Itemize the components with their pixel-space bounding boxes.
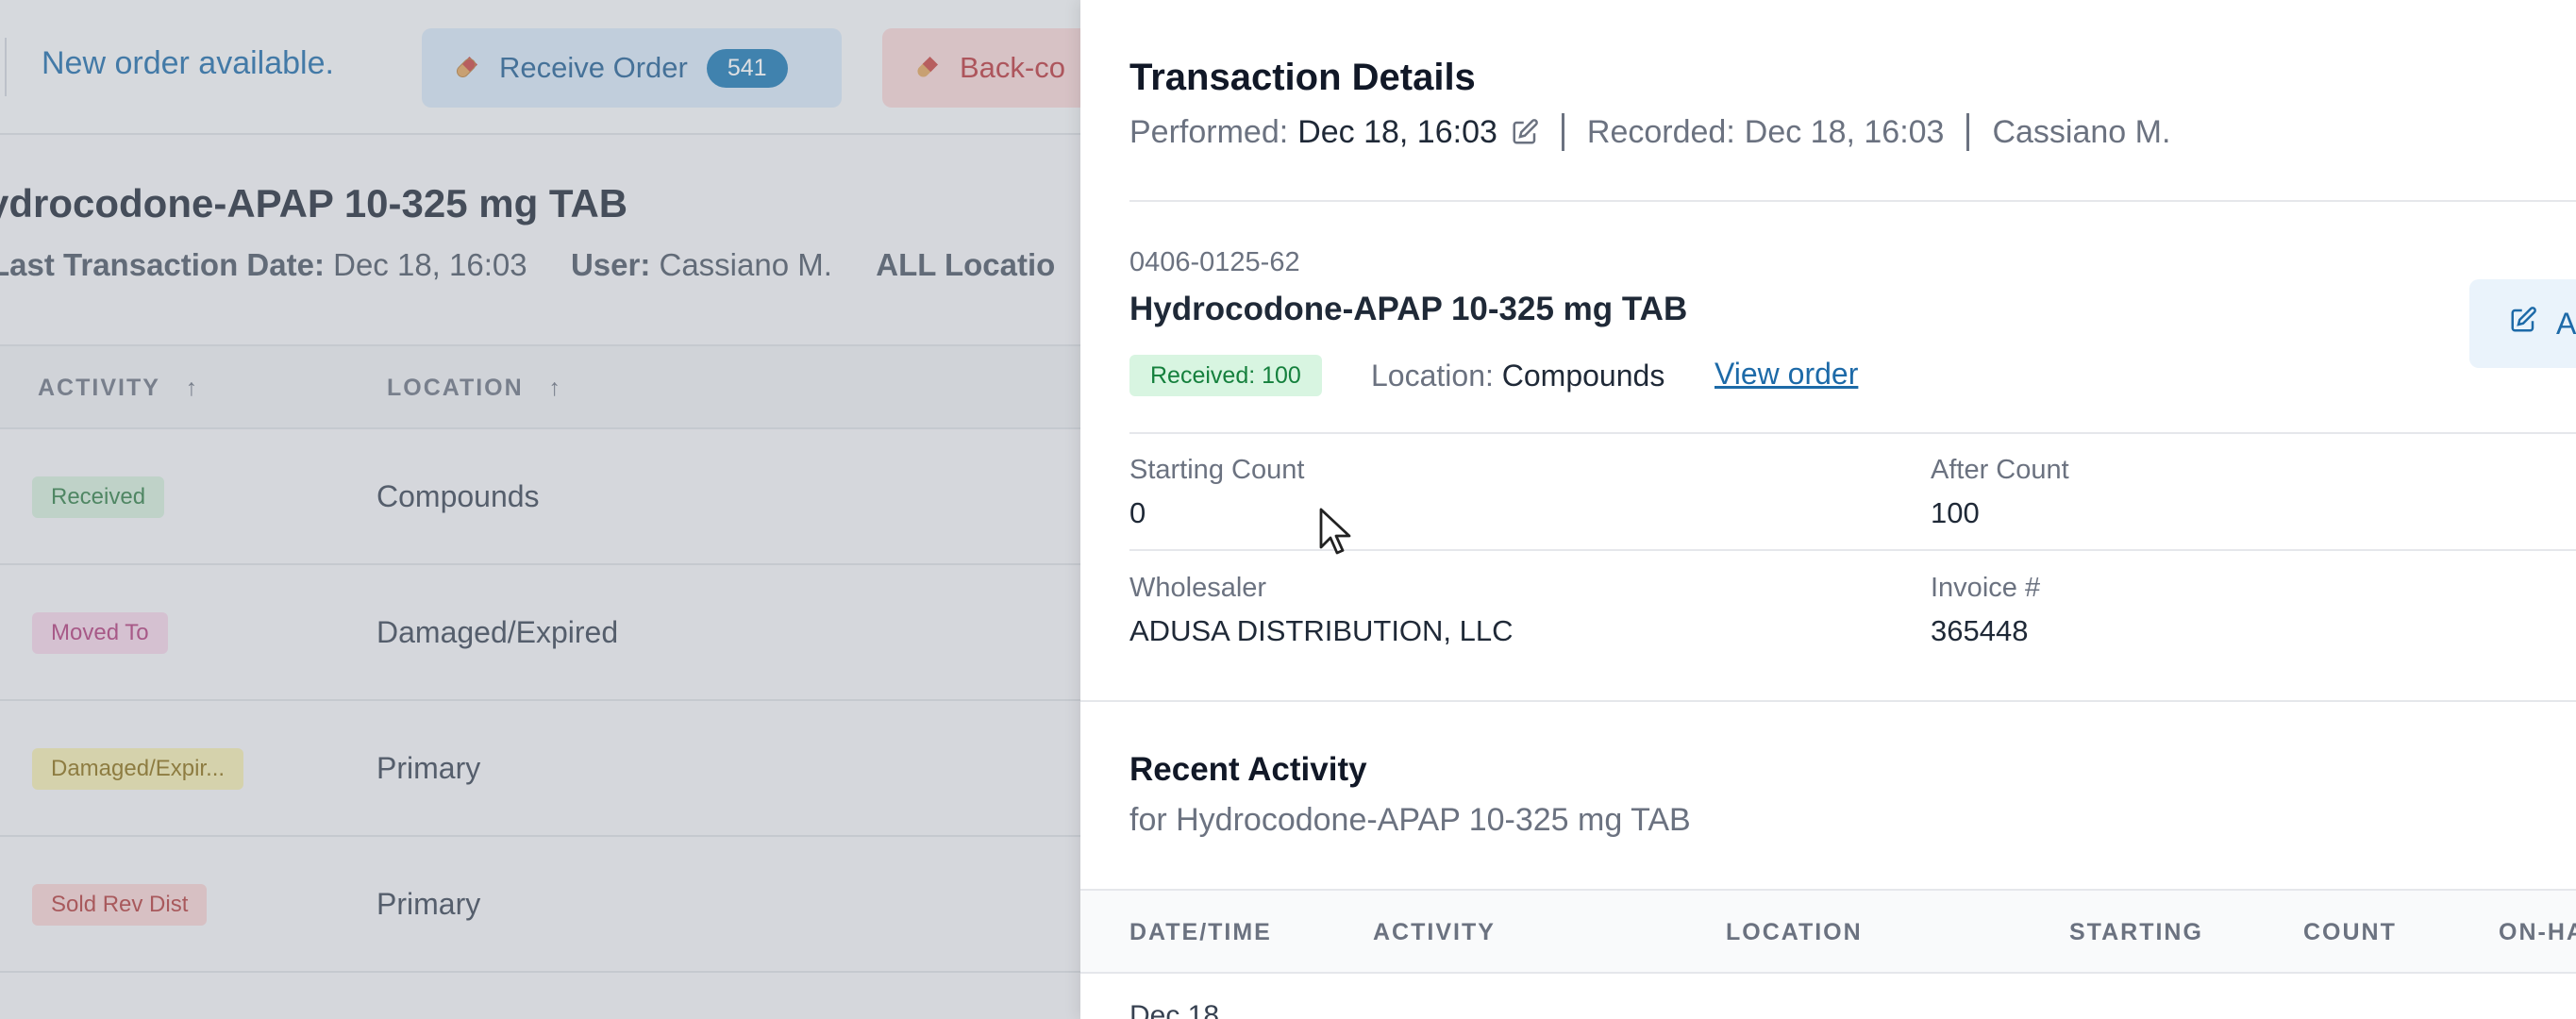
divider <box>5 38 7 96</box>
recorded-value: Dec 18, 16:03 <box>1744 113 1945 150</box>
location-label: Location: <box>1371 359 1494 393</box>
location-line: Location: Compounds <box>1371 359 1664 393</box>
table-row[interactable]: Received Compounds <box>0 429 1080 565</box>
drug-name: Hydrocodone-APAP 10-325 mg TAB <box>1129 291 1688 327</box>
divider <box>1561 113 1564 151</box>
notification-bar: New order available. Receive Order 541 B… <box>0 0 1080 135</box>
divider <box>1129 200 2576 202</box>
invoice-value: 365448 <box>1931 614 2029 647</box>
activity-badge: Damaged/Expir... <box>32 748 244 790</box>
receive-order-button[interactable]: Receive Order 541 <box>422 28 842 108</box>
table-row[interactable]: Moved To Damaged/Expired <box>0 565 1080 701</box>
wholesaler-label: Wholesaler <box>1129 573 1267 603</box>
edit-icon <box>2509 306 2537 342</box>
pill-icon <box>912 54 941 82</box>
side-button-label: A <box>2556 306 2576 341</box>
backorder-button[interactable]: Back-co <box>882 28 1080 108</box>
sort-arrow-icon: ↑ <box>185 375 200 401</box>
column-header-activity[interactable]: ACTIVITY <box>1373 919 1496 946</box>
edit-adjust-button[interactable]: A <box>2469 279 2576 368</box>
recent-activity-subtitle: for Hydrocodone-APAP 10-325 mg TAB <box>1129 802 1691 838</box>
recent-activity-table-header: DATE/TIME ACTIVITY LOCATION STARTING COU… <box>1080 889 2576 974</box>
user-name: Cassiano M. <box>1992 113 2171 150</box>
divider <box>1966 113 1970 151</box>
starting-count-value: 0 <box>1129 496 1146 529</box>
view-order-link[interactable]: View order <box>1715 357 1858 392</box>
table-row[interactable]: Damaged/Expir... Primary <box>0 701 1080 837</box>
invoice-label: Invoice # <box>1931 573 2041 603</box>
performed-value: Dec 18, 16:03 <box>1297 113 1497 150</box>
recent-activity-title: Recent Activity <box>1129 751 1367 788</box>
column-header-starting[interactable]: STARTING <box>2069 919 2203 946</box>
column-header-count[interactable]: COUNT <box>2303 919 2397 946</box>
activity-badge: Sold Rev Dist <box>32 884 208 926</box>
background-page: New order available. Receive Order 541 B… <box>0 0 1080 1019</box>
column-header-datetime[interactable]: DATE/TIME <box>1129 919 1272 946</box>
mouse-pointer-icon <box>1319 508 1353 560</box>
divider <box>1129 432 2576 434</box>
row-location: Damaged/Expired <box>376 615 619 649</box>
last-tx-value: Dec 18, 16:03 <box>333 247 527 282</box>
column-header-activity[interactable]: ACTIVITY ↑ <box>38 375 199 402</box>
pill-icon <box>452 54 480 82</box>
location-value: Compounds <box>1501 359 1665 393</box>
user-value: Cassiano M. <box>659 247 832 282</box>
recorded-label: Recorded: <box>1586 113 1735 150</box>
received-badge: Received: 100 <box>1129 355 1322 396</box>
drawer-title: Transaction Details <box>1129 57 1476 98</box>
last-tx-label: Last Transaction Date: <box>0 247 325 282</box>
table-row[interactable]: Sold Rev Dist Primary <box>0 837 1080 973</box>
column-header-on-hand[interactable]: ON-HA <box>2499 919 2576 946</box>
ndc-code: 0406-0125-62 <box>1129 247 1300 277</box>
table-header: ACTIVITY ↑ LOCATION ↑ <box>0 344 1080 429</box>
backorder-label: Back-co <box>960 51 1065 84</box>
new-order-notice: New order available. <box>42 45 334 81</box>
locations-filter[interactable]: ALL Locatio <box>876 247 1055 282</box>
receive-order-label: Receive Order <box>499 51 688 84</box>
page-title: ydrocodone-APAP 10-325 mg TAB <box>0 181 628 226</box>
table-row-date: Dec 18 <box>1129 1000 1220 1019</box>
transaction-meta: Last Transaction Date: Dec 18, 16:03 Use… <box>0 247 1055 283</box>
transaction-meta: Performed: Dec 18, 16:03 Recorded: Dec 1… <box>1129 113 2170 151</box>
activity-badge: Received <box>32 476 165 518</box>
activity-badge: Moved To <box>32 612 168 654</box>
starting-count-label: Starting Count <box>1129 455 1305 485</box>
row-location: Primary <box>376 751 481 785</box>
column-header-location[interactable]: LOCATION <box>1726 919 1863 946</box>
after-count-label: After Count <box>1931 455 2069 485</box>
order-count-badge: 541 <box>706 48 788 88</box>
wholesaler-value: ADUSA DISTRIBUTION, LLC <box>1129 614 1514 647</box>
user-label: User: <box>570 247 651 282</box>
after-count-value: 100 <box>1931 496 1980 529</box>
divider <box>1080 700 2576 702</box>
performed-label: Performed: <box>1129 113 1289 150</box>
row-location: Compounds <box>376 479 540 513</box>
column-header-location[interactable]: LOCATION ↑ <box>387 375 562 402</box>
transaction-details-drawer: Transaction Details Performed: Dec 18, 1… <box>1080 0 2576 1019</box>
edit-icon[interactable] <box>1511 118 1539 146</box>
row-location: Primary <box>376 887 481 921</box>
sort-arrow-icon: ↑ <box>548 375 563 401</box>
